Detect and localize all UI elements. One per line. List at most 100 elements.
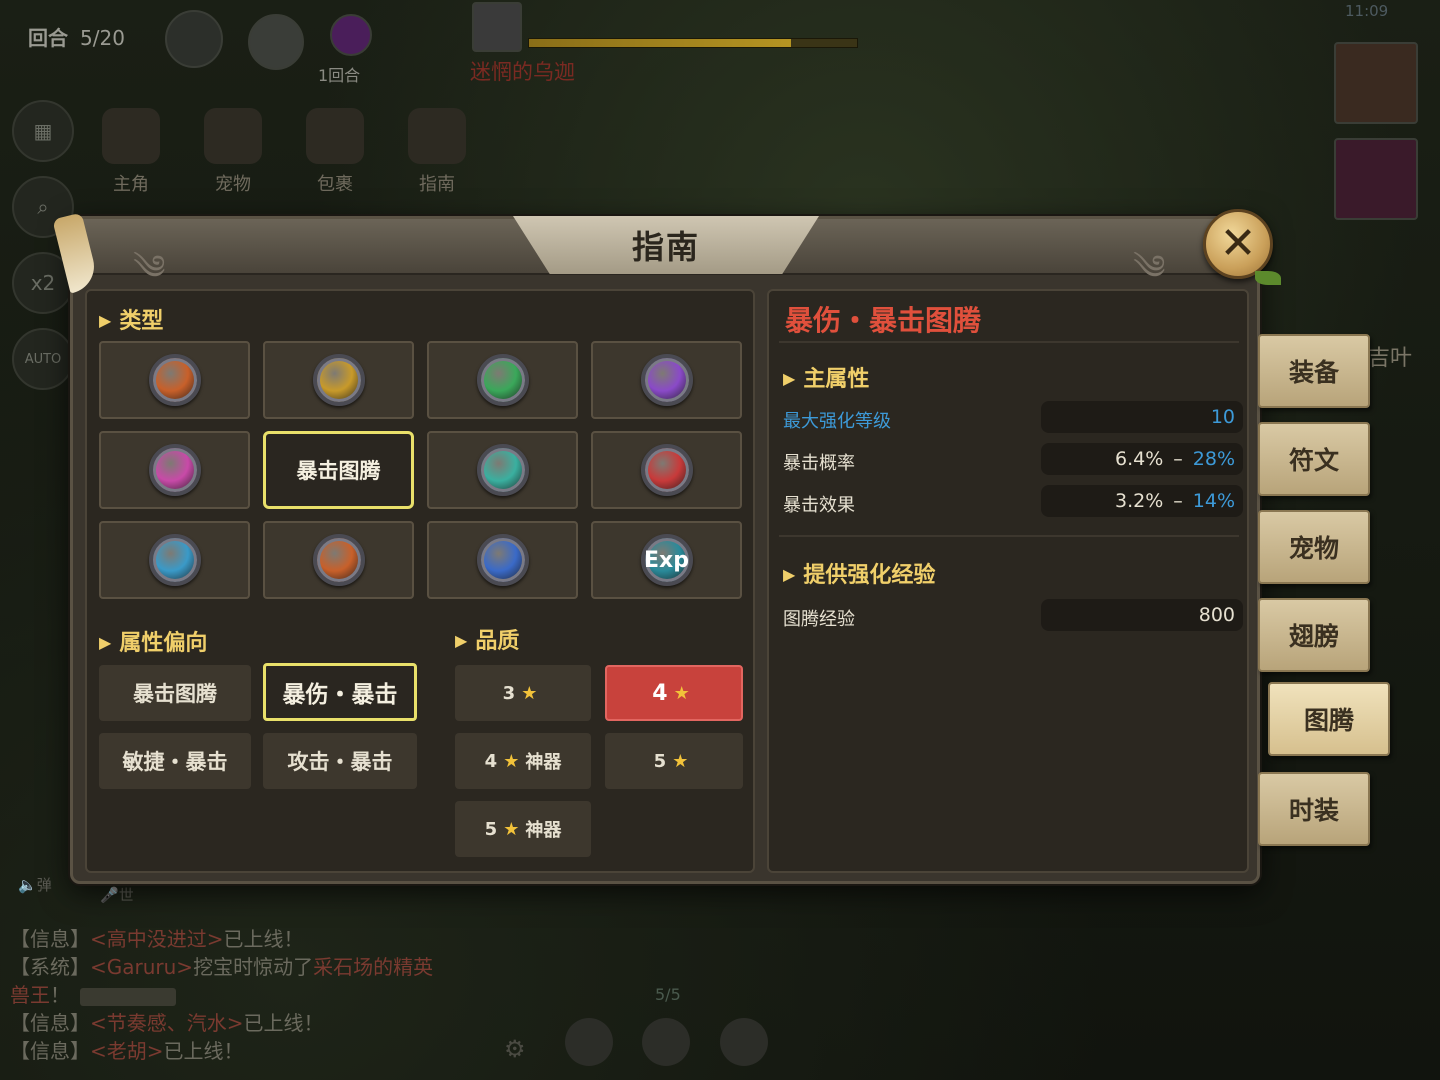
exp-gem-icon: Exp xyxy=(640,534,693,586)
element-cycle-icon[interactable] xyxy=(165,10,223,68)
bag-icon xyxy=(306,108,364,164)
chat-settings-icon[interactable]: ⚙ xyxy=(504,1035,526,1063)
quality-option-selected[interactable]: 4 ★ xyxy=(605,665,743,721)
stat-label: 暴击概率 xyxy=(783,453,855,474)
star-icon: ★ xyxy=(503,750,520,772)
party-button[interactable] xyxy=(642,1018,690,1066)
gem-text: Exp xyxy=(644,547,689,573)
fist-gem-icon xyxy=(476,534,529,586)
guide-icon xyxy=(408,108,466,164)
chat-tag: 【信息】 xyxy=(10,927,90,951)
channel-toggle[interactable]: 🎤世 xyxy=(100,884,134,905)
quality-option[interactable]: 5 ★ xyxy=(605,733,743,789)
nav-pet[interactable]: 宠物 xyxy=(202,108,264,196)
turn-indicator: 1回合 xyxy=(318,66,361,85)
tab-label: 图腾 xyxy=(1303,706,1354,735)
type-cell[interactable] xyxy=(99,521,250,599)
option-label: 攻击・暴击 xyxy=(287,750,393,774)
quality-num: 3 xyxy=(502,682,516,704)
stat-max: 28% xyxy=(1192,448,1235,470)
bias-option[interactable]: 攻击・暴击 xyxy=(263,733,417,789)
chat-goto-button[interactable] xyxy=(80,987,176,1006)
type-cell[interactable] xyxy=(99,431,250,509)
type-section-label: ▶ 类型 xyxy=(99,303,163,335)
type-cell[interactable]: Exp xyxy=(591,521,742,599)
divider xyxy=(779,535,1239,537)
guide-modal: ༄ ༄ 指南 ✕ ▶ 类型 暴击图腾 Exp ▶ 属性偏向 暴击图腾 暴伤・暴击 敏捷… xyxy=(52,209,1281,884)
tab-rune[interactable]: 符文 xyxy=(1258,422,1370,496)
chat-highlight: 采石场的精英 xyxy=(313,955,434,979)
tab-label: 装备 xyxy=(1288,358,1339,387)
chat-line: 兽王！ xyxy=(10,981,540,1009)
danmaku-toggle[interactable]: 🔈弹 xyxy=(18,874,52,895)
spiral-gem-icon xyxy=(640,354,693,406)
nav-label: 包裹 xyxy=(317,174,353,195)
chat-line: 【信息】<节奏感、汽水>已上线！ xyxy=(10,1009,540,1037)
type-cell[interactable] xyxy=(427,521,578,599)
nav-label: 主角 xyxy=(113,174,149,195)
type-cell[interactable] xyxy=(263,341,414,419)
emote-button[interactable] xyxy=(565,1018,613,1066)
quality-option[interactable]: 4 ★ 神器 xyxy=(455,733,591,789)
item-name: 暴伤・暴击图腾 xyxy=(785,304,982,337)
chat-line: 【系统】<Garuru>挖宝时惊动了采石场的精英 xyxy=(10,953,540,981)
quality-num: 5 xyxy=(484,818,498,840)
heart-gem-icon xyxy=(476,354,529,406)
purple-orb-icon xyxy=(330,14,372,56)
main-nav: 主角 宠物 包裹 指南 xyxy=(100,108,468,196)
speed-label: x2 xyxy=(30,271,56,295)
type-cell[interactable] xyxy=(591,341,742,419)
type-cell[interactable] xyxy=(427,341,578,419)
section-text: 类型 xyxy=(119,309,164,334)
nav-guide[interactable]: 指南 xyxy=(406,108,468,196)
stat-label: 图腾经验 xyxy=(783,609,855,630)
quality-option[interactable]: 5 ★ 神器 xyxy=(455,801,591,857)
nav-hero[interactable]: 主角 xyxy=(100,108,162,196)
round-label: 回合 xyxy=(28,26,68,50)
tab-equipment[interactable]: 装备 xyxy=(1258,334,1370,408)
divider xyxy=(779,341,1239,343)
menu-grid-button[interactable]: ▦ xyxy=(12,100,74,162)
friends-button[interactable] xyxy=(720,1018,768,1066)
ally-portrait-2[interactable] xyxy=(1334,138,1418,220)
detail-panel: 暴伤・暴击图腾 ▶ 主属性 最大强化等级 10 暴击概率 6.4% –28% 暴击效… xyxy=(767,289,1249,873)
type-cell[interactable] xyxy=(427,431,578,509)
exit-battle-icon[interactable] xyxy=(248,14,304,70)
bias-option-selected[interactable]: 暴伤・暴击 xyxy=(263,663,417,721)
type-label: 暴击图腾 xyxy=(296,459,381,483)
nav-bag[interactable]: 包裹 xyxy=(304,108,366,196)
tab-label: 翅膀 xyxy=(1288,622,1339,651)
chat-log[interactable]: 【信息】<高中没进过>已上线！ 【系统】<Garuru>挖宝时惊动了采石场的精英… xyxy=(10,925,540,1065)
boss-hp-fill xyxy=(529,39,792,47)
auto-toggle[interactable]: AUTO xyxy=(12,328,74,390)
tab-wings[interactable]: 翅膀 xyxy=(1258,598,1370,672)
stat-max: 14% xyxy=(1192,490,1235,512)
page-indicator: 5/5 xyxy=(655,985,681,1004)
modal-title: 指南 xyxy=(631,228,700,266)
triangle-icon: ▶ xyxy=(99,633,112,652)
stat-value: 10 xyxy=(1210,406,1235,428)
bias-option[interactable]: 暴击图腾 xyxy=(99,665,251,721)
type-cell[interactable] xyxy=(591,431,742,509)
chat-nick: <老胡> xyxy=(90,1039,164,1063)
title-plate: 指南 xyxy=(513,216,819,274)
wing-gem-icon xyxy=(640,444,693,496)
type-cell[interactable] xyxy=(263,521,414,599)
type-cell[interactable] xyxy=(99,341,250,419)
chat-highlight: 兽王 xyxy=(10,983,50,1007)
shield-gem-icon xyxy=(312,354,365,406)
bias-option[interactable]: 敏捷・暴击 xyxy=(99,733,251,789)
leaf-ornament-icon xyxy=(1255,271,1281,285)
option-label: 暴击图腾 xyxy=(133,682,217,706)
ally-portrait-1[interactable] xyxy=(1334,42,1418,124)
close-button[interactable]: ✕ xyxy=(1203,209,1273,279)
type-grid: 暴击图腾 Exp xyxy=(99,341,742,599)
target-gem-icon xyxy=(312,534,365,586)
tab-totem[interactable]: 图腾 xyxy=(1268,682,1390,756)
tab-costume[interactable]: 时装 xyxy=(1258,772,1370,846)
type-cell-selected[interactable]: 暴击图腾 xyxy=(263,431,414,509)
channel-label: 世 xyxy=(118,886,134,904)
quality-option[interactable]: 3 ★ xyxy=(455,665,591,721)
star-icon: ★ xyxy=(503,818,520,840)
tab-pet[interactable]: 宠物 xyxy=(1258,510,1370,584)
